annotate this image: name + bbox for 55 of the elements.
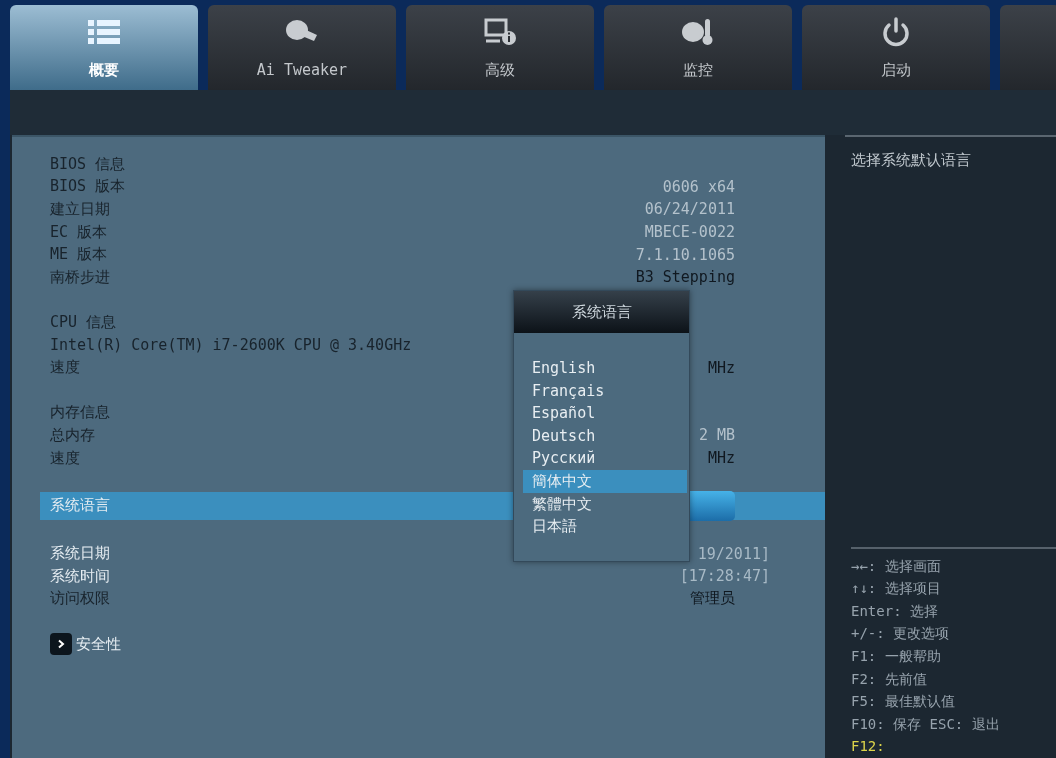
setting-label: CPU 信息 [50,312,117,332]
language-option[interactable]: Русский [523,447,687,470]
setting-label[interactable]: 系统日期 [50,544,110,564]
tab[interactable]: 概要 [10,5,198,90]
tab[interactable]: 监控 [604,5,792,90]
setting-label: BIOS 信息 [50,154,126,174]
setting-label: EC 版本 [50,222,108,242]
setting-value: MBECE-0022 [644,223,735,242]
setting-label[interactable]: 系统时间 [50,566,110,586]
setting-value: MHz [707,358,735,377]
setting-value: 管理员 [690,589,735,609]
key-hint: ↑↓: 选择项目 [851,579,942,599]
setting-label: 总内存 [50,425,95,445]
setting-label: ME 版本 [50,245,108,265]
language-option[interactable]: 繁體中文 [523,492,687,516]
setting-value: 0606 x64 [662,177,735,196]
setting-value[interactable]: 19/2011] [697,544,770,563]
setting-value: MHz [707,449,735,467]
language-option[interactable]: Français [523,379,687,403]
tab[interactable]: 启动 [802,5,990,90]
setting-label: 速度 [50,448,80,468]
setting-label: 速度 [50,358,80,378]
key-hint: Enter: 选择 [851,601,939,621]
setting-label[interactable]: 系统语言 [50,496,110,516]
list-icon [86,17,122,47]
setting-label: 南桥步进 [50,267,110,287]
key-hint: F12: [851,737,886,757]
language-option[interactable]: English [523,357,687,380]
monitor-info-icon [482,17,518,47]
help-text: 选择系统默认语言 [851,151,972,170]
setting-label: 内存信息 [50,403,110,423]
tab[interactable]: Ai Tweaker [208,5,396,90]
setting-label[interactable]: 安全性 [76,634,121,654]
setting-label: BIOS 版本 [50,177,126,197]
tab[interactable]: 高级 [406,5,594,90]
popup-title: 系统语言 [514,291,689,333]
chevron-right-icon [50,633,72,656]
setting-value: B3 Stepping [635,268,735,287]
key-hint: F10: 保存 ESC: 退出 [851,714,1001,734]
setting-value: 7.1.10.1065 [635,245,735,264]
key-hint: +/-: 更改选项 [851,624,951,644]
tab[interactable] [1000,5,1056,90]
setting-value: 2 MB [698,426,735,445]
setting-label: 访问权限 [50,589,110,609]
setting-label: Intel(R) Core(TM) i7-2600K CPU @ 3.40GHz [50,336,412,355]
key-hint: F2: 先前值 [851,669,928,689]
setting-value[interactable]: [17:28:47] [679,567,770,586]
key-hint: F1: 一般帮助 [851,647,942,667]
language-option[interactable]: 簡体中文 [523,469,687,493]
key-hint: →←: 选择画面 [851,556,942,576]
language-option[interactable]: Deutsch [523,424,687,448]
language-option[interactable]: Español [523,402,687,425]
setting-label: 建立日期 [50,200,110,219]
setting-value: 06/24/2011 [644,200,735,219]
key-hint: F5: 最佳默认值 [851,692,956,712]
